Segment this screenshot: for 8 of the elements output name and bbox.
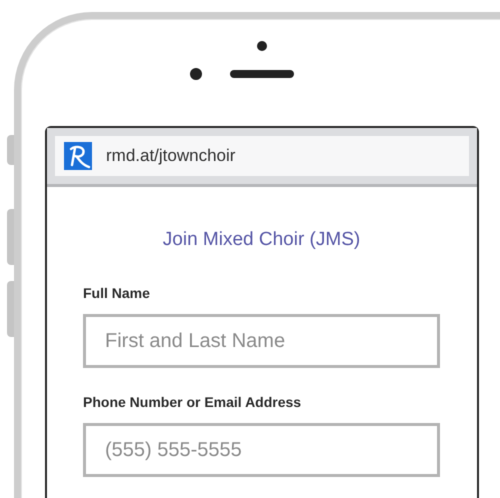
input-field[interactable]: First and Last Name <box>83 314 440 368</box>
field-label: Full Name <box>83 285 150 301</box>
url-text: rmd.at/jtownchoir <box>106 146 236 166</box>
form-title: Join Mixed Choir (JMS) <box>162 229 362 251</box>
field-label: Phone Number or Email Address <box>83 394 302 410</box>
address-field[interactable]: rmd.at/jtownchoir <box>55 136 469 176</box>
logo-icon <box>64 142 92 170</box>
input-field[interactable]: (555) 555-5555 <box>83 423 440 477</box>
